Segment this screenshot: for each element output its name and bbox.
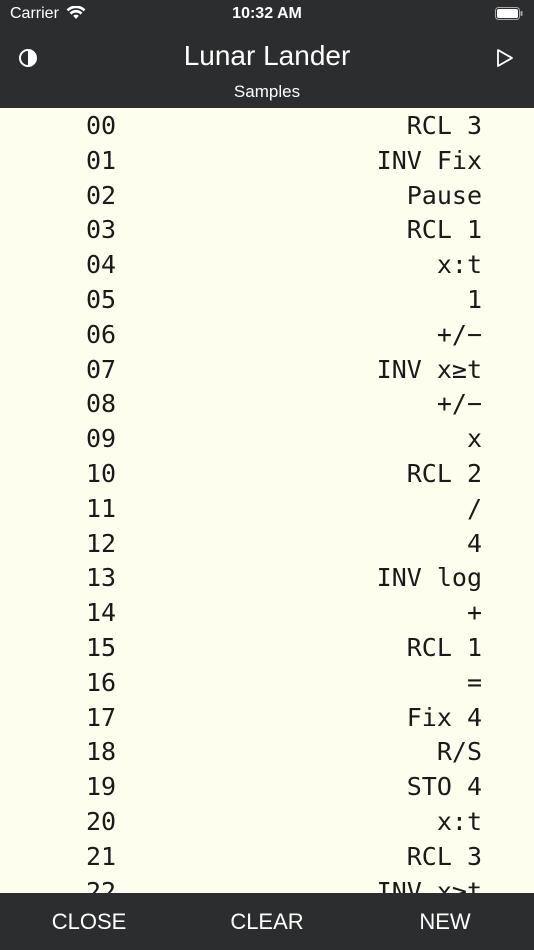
step-number: 06	[86, 319, 117, 349]
step-number: 01	[86, 145, 117, 175]
play-icon	[497, 49, 513, 67]
step-number: 21	[86, 841, 117, 871]
clock: 10:32 AM	[232, 5, 302, 22]
program-row[interactable]: 21 RCL 3	[0, 839, 534, 874]
program-row[interactable]: 20 x:t	[0, 804, 534, 839]
program-row[interactable]: 03 RCL 1	[0, 212, 534, 247]
step-number: 17	[86, 702, 117, 732]
instruction: Pause	[406, 180, 482, 210]
step-number: 18	[86, 737, 117, 767]
step-number: 20	[86, 807, 117, 836]
program-row[interactable]: 19 STO 4	[0, 769, 534, 804]
program-row[interactable]: 18 R/S	[0, 734, 534, 769]
instruction: INV x≥t	[376, 876, 482, 893]
instruction: =	[466, 667, 482, 697]
step-number: 12	[86, 528, 117, 558]
program-row[interactable]: 00 RCL 3	[0, 108, 534, 143]
step-number: 03	[86, 215, 117, 245]
program-row[interactable]: 09 x	[0, 421, 534, 456]
step-number: 05	[86, 285, 117, 314]
instruction: 1	[466, 285, 482, 314]
play-button[interactable]	[490, 42, 520, 74]
program-row[interactable]: 16 =	[0, 665, 534, 700]
instruction: RCL 1	[406, 215, 482, 245]
instruction: R/S	[436, 737, 482, 767]
instruction: /	[466, 493, 482, 523]
instruction: RCL 2	[406, 459, 482, 488]
bottom-toolbar: CLOSE CLEAR NEW	[0, 893, 534, 950]
step-number: 04	[86, 250, 117, 280]
instruction: INV x≥t	[376, 354, 482, 384]
program-row[interactable]: 10 RCL 2	[0, 456, 534, 491]
program-row[interactable]: 08 +/−	[0, 386, 534, 421]
instruction: x:t	[436, 250, 482, 280]
instruction: RCL 1	[406, 633, 482, 662]
instruction: 4	[466, 528, 482, 558]
step-number: 22	[86, 876, 117, 893]
step-number: 10	[86, 459, 117, 488]
program-row[interactable]: 06 +/−	[0, 317, 534, 352]
program-row[interactable]: 15 RCL 1	[0, 630, 534, 665]
step-number: 00	[86, 111, 117, 140]
step-number: 07	[86, 354, 117, 384]
close-button[interactable]: CLOSE	[19, 909, 159, 935]
instruction: INV log	[376, 563, 482, 593]
step-number: 09	[86, 424, 117, 454]
step-number: 13	[86, 563, 117, 593]
program-row[interactable]: 14 +	[0, 595, 534, 630]
program-row[interactable]: 04 x:t	[0, 247, 534, 282]
instruction: STO 4	[406, 772, 482, 802]
instruction: +/−	[436, 319, 482, 349]
new-button[interactable]: NEW	[375, 909, 515, 935]
program-row[interactable]: 12 4	[0, 526, 534, 561]
status-bar: Carrier 10:32 AM	[0, 0, 534, 28]
step-number: 11	[86, 493, 117, 523]
step-number: 15	[86, 633, 117, 662]
program-row[interactable]: 07 INV x≥t	[0, 352, 534, 387]
step-number: 14	[86, 598, 117, 628]
program-row[interactable]: 02 Pause	[0, 178, 534, 213]
instruction: x	[466, 424, 482, 454]
step-number: 19	[86, 772, 117, 802]
instruction: Fix 4	[406, 702, 482, 732]
page-title: Lunar Lander	[183, 40, 351, 71]
program-row[interactable]: 13 INV log	[0, 560, 534, 595]
instruction: +	[466, 598, 482, 628]
page-subtitle: Samples	[233, 82, 301, 101]
instruction: INV Fix	[376, 145, 482, 175]
instruction: +/−	[436, 389, 482, 419]
clear-button[interactable]: CLEAR	[197, 909, 337, 935]
program-row[interactable]: 05 1	[0, 282, 534, 317]
instruction: RCL 3	[406, 111, 482, 140]
program-row[interactable]: 17 Fix 4	[0, 700, 534, 735]
step-number: 02	[86, 180, 117, 210]
navigation-bar: Lunar Lander Samples	[0, 28, 534, 108]
step-number: 16	[86, 667, 117, 697]
step-number: 08	[86, 389, 117, 419]
instruction: RCL 3	[406, 841, 482, 871]
program-row[interactable]: 01 INV Fix	[0, 143, 534, 178]
program-row[interactable]: 22 INV x≥t	[0, 874, 534, 893]
program-list[interactable]: 00 RCL 3 01 INV Fix 02 Pause 03 RCL 1 04 x:t 05 1 06…	[0, 108, 534, 893]
program-row[interactable]: 11 /	[0, 491, 534, 526]
instruction: x:t	[436, 807, 482, 836]
battery-icon	[495, 7, 523, 20]
